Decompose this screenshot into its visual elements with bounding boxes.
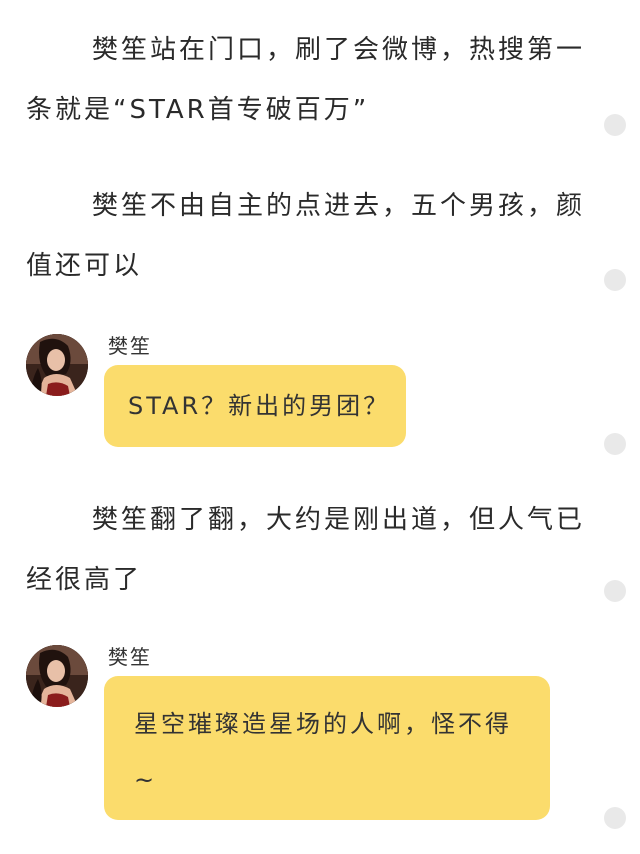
message-sender-name: 樊笙 — [108, 645, 152, 669]
avatar-portrait-icon — [26, 334, 88, 396]
comment-dot-icon[interactable] — [604, 114, 626, 136]
story-paragraph-1: 樊笙站在门口，刷了会微博，热搜第一条就是“STAR首专破百万” — [26, 35, 586, 125]
story-paragraph-2: 樊笙不由自主的点进去，五个男孩，颜值还可以 — [26, 191, 586, 281]
chat-bubble[interactable]: STAR？新出的男团？ — [104, 365, 406, 447]
message-sender-name: 樊笙 — [108, 334, 152, 358]
comment-dot-icon[interactable] — [604, 807, 626, 829]
chat-bubble[interactable]: 星空璀璨造星场的人啊，怪不得~ — [104, 676, 550, 820]
story-paragraph-3: 樊笙翻了翻，大约是刚出道，但人气已经很高了 — [26, 505, 586, 595]
avatar[interactable] — [26, 334, 88, 396]
comment-dot-icon[interactable] — [604, 433, 626, 455]
avatar[interactable] — [26, 645, 88, 707]
comment-dot-icon[interactable] — [604, 269, 626, 291]
comment-dot-icon[interactable] — [604, 580, 626, 602]
avatar-portrait-icon — [26, 645, 88, 707]
